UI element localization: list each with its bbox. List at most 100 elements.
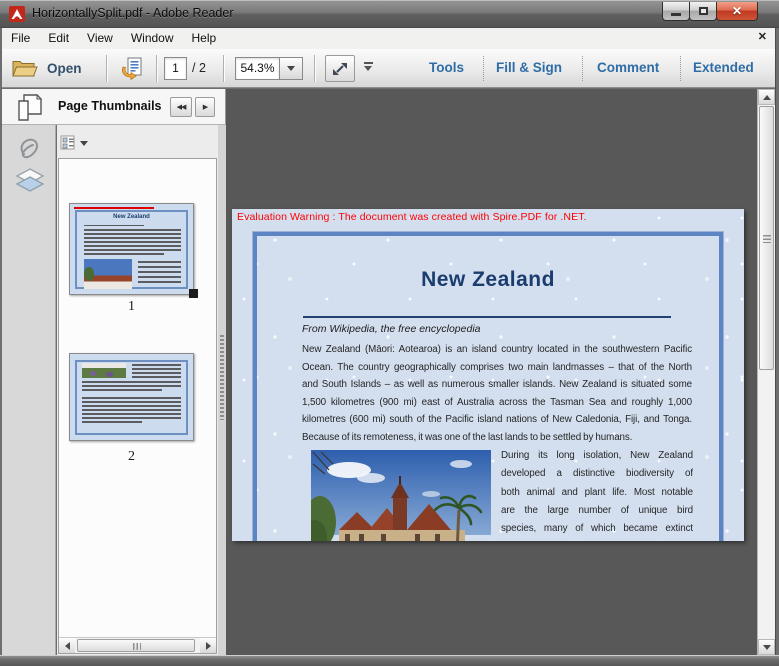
thumb-text-line xyxy=(84,237,181,239)
article-paragraph-2: During its long isolation, New Zealand d… xyxy=(501,450,693,541)
zoom-level-input[interactable]: 54.3% xyxy=(235,57,280,80)
menu-bar: File Edit View Window Help ✕ xyxy=(2,28,777,49)
thumb-text-line xyxy=(84,225,144,226)
right-arrow-icon: ▶ xyxy=(203,103,207,111)
thumb-text-line xyxy=(82,401,181,403)
thumbnail-page-2[interactable] xyxy=(69,353,194,441)
open-button[interactable]: Open xyxy=(12,53,82,84)
collapse-panel-button[interactable]: ◀◀ xyxy=(170,97,192,117)
thumb-text-line xyxy=(82,397,181,399)
menubar-close-icon[interactable]: ✕ xyxy=(758,30,767,43)
para1-line: 1,500 kilometres (900 mi) east of Austra… xyxy=(302,397,692,415)
article-paragraph-1: New Zealand (Māori: Aotearoa) is an isla… xyxy=(302,344,692,449)
minimize-button[interactable] xyxy=(662,2,690,21)
comment-tab[interactable]: Comment xyxy=(597,49,659,87)
window-frame-left xyxy=(0,28,2,666)
scroll-up-button[interactable] xyxy=(758,89,775,105)
expand-panel-button[interactable]: ▶ xyxy=(195,97,215,117)
attachments-paperclip-icon[interactable] xyxy=(17,137,43,163)
thumb-text-line xyxy=(84,249,181,251)
share-document-button[interactable] xyxy=(116,55,148,82)
menu-file[interactable]: File xyxy=(2,28,39,49)
fit-width-button[interactable] xyxy=(325,55,355,82)
thumbnail-1-number[interactable]: 1 xyxy=(69,299,194,315)
scroll-left-button[interactable] xyxy=(59,638,75,653)
thumb-text-line xyxy=(138,271,181,273)
thumb1-photo xyxy=(84,259,132,289)
para2-line: are the large number of unique bird xyxy=(501,505,693,523)
article-subtitle: From Wikipedia, the free encyclopedia xyxy=(302,323,481,335)
thumbnail-options-button[interactable] xyxy=(60,134,94,152)
tools-tab[interactable]: Tools xyxy=(429,49,464,87)
toolbar: Open 1 / 2 54.3% xyxy=(2,49,777,88)
thumb-text-line xyxy=(84,229,181,231)
menu-edit[interactable]: Edit xyxy=(39,28,78,49)
thumb-text-line xyxy=(138,281,181,283)
menu-window[interactable]: Window xyxy=(122,28,183,49)
resize-arrows-icon xyxy=(331,60,349,78)
layers-icon[interactable] xyxy=(15,167,45,195)
adobe-reader-app-icon xyxy=(9,6,25,22)
title-rule xyxy=(303,316,671,318)
thumb-text-line xyxy=(82,421,142,423)
thumb-text-line xyxy=(82,417,181,419)
up-arrow-icon xyxy=(763,95,771,100)
thumb-text-line xyxy=(82,409,181,411)
overflow-line-icon xyxy=(364,62,373,64)
thumbnail-options-icon xyxy=(60,135,76,151)
share-document-icon xyxy=(120,57,144,81)
thumb-text-line xyxy=(84,253,164,255)
thumb-text-line xyxy=(82,385,181,387)
rotorua-building-photo xyxy=(311,450,491,541)
navigation-rail xyxy=(2,125,56,655)
page-number-input[interactable]: 1 xyxy=(164,57,187,80)
pdf-page-1[interactable]: Evaluation Warning : The document was cr… xyxy=(232,209,744,541)
thumbnails-list[interactable]: New Zealand 1 xyxy=(58,158,217,654)
thumbnails-horizontal-scrollbar[interactable] xyxy=(59,637,216,653)
horizontal-scroll-thumb[interactable] xyxy=(77,639,195,652)
vertical-scroll-thumb[interactable] xyxy=(759,106,774,370)
window-title: HorizontallySplit.pdf - Adobe Reader xyxy=(32,0,234,27)
thumbnail-selection-handle[interactable] xyxy=(189,289,198,298)
thumb-text-line xyxy=(82,381,181,383)
scroll-down-button[interactable] xyxy=(758,639,775,655)
extended-tab[interactable]: Extended xyxy=(693,49,754,87)
chevron-down-icon xyxy=(80,141,88,146)
maximize-icon xyxy=(699,7,708,15)
double-left-arrow-icon: ◀◀ xyxy=(177,103,186,111)
panel-splitter[interactable] xyxy=(218,125,226,655)
thumb-text-line xyxy=(132,364,181,366)
toolbar-overflow-button[interactable] xyxy=(362,62,374,71)
para1-line: and South Islands – as well as numerous … xyxy=(302,379,692,397)
menu-help[interactable]: Help xyxy=(183,28,226,49)
chevron-down-icon xyxy=(364,66,372,71)
para1-line: New Zealand (Māori: Aotearoa) is an isla… xyxy=(302,344,692,362)
fill-sign-tab[interactable]: Fill & Sign xyxy=(496,49,562,87)
open-label: Open xyxy=(47,61,82,76)
thumb-text-line xyxy=(82,405,181,407)
toolbar-dotted-separator xyxy=(680,56,681,81)
page-thumbnails-icon xyxy=(15,93,45,122)
title-bar[interactable]: HorizontallySplit.pdf - Adobe Reader ✕ xyxy=(0,0,779,28)
scroll-right-button[interactable] xyxy=(200,638,216,653)
thumb-text-line xyxy=(138,261,181,263)
document-pane[interactable]: Evaluation Warning : The document was cr… xyxy=(226,89,757,655)
scroll-grip xyxy=(133,643,141,650)
menu-view[interactable]: View xyxy=(78,28,122,49)
thumbnail-2-number[interactable]: 2 xyxy=(69,449,194,465)
maximize-button[interactable] xyxy=(689,2,717,21)
thumbnail-page-1[interactable]: New Zealand xyxy=(69,203,194,295)
thumb-text-line xyxy=(138,276,181,278)
thumbnails-panel: New Zealand 1 xyxy=(57,125,218,655)
para1-line: kilometres (600 mi) south of the Pacific… xyxy=(302,414,692,432)
close-icon: ✕ xyxy=(732,4,742,18)
sidebar-header: Page Thumbnails ◀◀ ▶ xyxy=(2,89,226,125)
document-vertical-scrollbar[interactable] xyxy=(757,89,775,655)
close-button[interactable]: ✕ xyxy=(716,2,758,21)
zoom-dropdown-button[interactable] xyxy=(279,57,303,80)
evaluation-warning: Evaluation Warning : The document was cr… xyxy=(237,211,587,223)
right-arrow-icon xyxy=(206,642,211,650)
para2-line: both animal and plant life. Most notable xyxy=(501,487,693,505)
splitter-grip[interactable] xyxy=(220,335,224,420)
thumb-text-line xyxy=(132,368,181,370)
